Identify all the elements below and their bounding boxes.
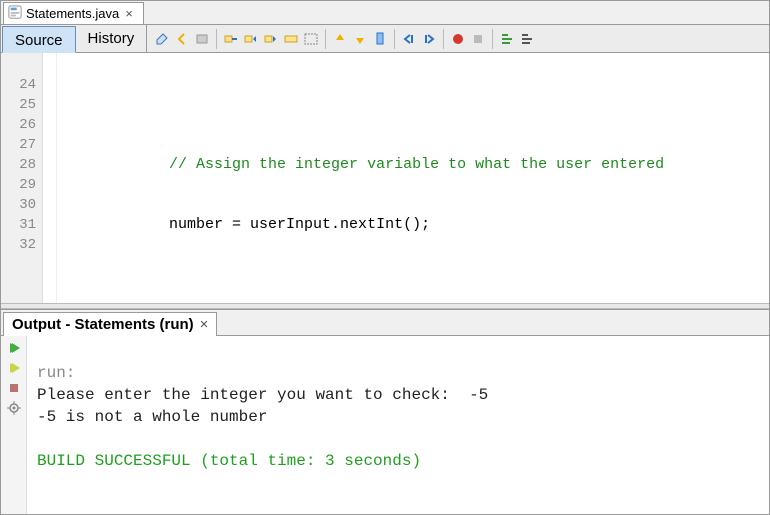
line-number: 30	[1, 195, 36, 215]
java-file-icon	[8, 5, 22, 22]
file-tab-label: Statements.java	[26, 6, 119, 21]
stop-macro-icon[interactable]	[469, 30, 487, 48]
code-editor[interactable]: 24 25 26 27 28 29 30 31 32 // Assign the…	[1, 53, 769, 303]
console-line: run:	[37, 364, 75, 382]
line-number: 25	[1, 95, 36, 115]
toolbar-icons	[147, 25, 542, 52]
line-number	[1, 55, 36, 75]
line-number: 29	[1, 175, 36, 195]
line-number: 28	[1, 155, 36, 175]
output-tab-strip: Output - Statements (run) ×	[1, 310, 769, 336]
line-number: 27	[1, 135, 36, 155]
next-bookmark-icon[interactable]	[351, 30, 369, 48]
last-edit-icon[interactable]	[153, 30, 171, 48]
view-tab-history[interactable]: History	[76, 25, 148, 52]
console-line: BUILD SUCCESSFUL (total time: 3 seconds)	[37, 452, 421, 470]
forward-icon[interactable]	[193, 30, 211, 48]
prev-bookmark-icon[interactable]	[331, 30, 349, 48]
line-number: 31	[1, 215, 36, 235]
separator	[216, 29, 217, 49]
console-line: Please enter the integer you want to che…	[37, 386, 488, 404]
fold-strip	[43, 53, 57, 303]
close-icon[interactable]: ×	[200, 316, 209, 333]
rerun-icon[interactable]	[6, 340, 22, 356]
line-number: 26	[1, 115, 36, 135]
output-panel: Output - Statements (run) × run: Please …	[1, 309, 769, 514]
code-area[interactable]: // Assign the integer variable to what t…	[57, 53, 769, 303]
settings-icon[interactable]	[6, 400, 22, 416]
find-selection-icon[interactable]	[222, 30, 240, 48]
console-line: -5 is not a whole number	[37, 408, 267, 426]
file-tab-strip: Statements.java ×	[1, 1, 769, 25]
code-line	[61, 275, 769, 295]
line-number: 32	[1, 235, 36, 255]
view-tab-source[interactable]: Source	[2, 26, 76, 53]
find-next-icon[interactable]	[262, 30, 280, 48]
separator	[325, 29, 326, 49]
line-number-gutter: 24 25 26 27 28 29 30 31 32	[1, 53, 43, 303]
console-output[interactable]: run: Please enter the integer you want t…	[27, 336, 769, 514]
code-line: // Assign the integer variable to what t…	[61, 155, 769, 175]
line-number: 24	[1, 75, 36, 95]
find-prev-icon[interactable]	[242, 30, 260, 48]
code-line: number = userInput.nextInt();	[61, 215, 769, 235]
file-tab-statements[interactable]: Statements.java ×	[3, 2, 144, 24]
editor-sub-toolbar: Source History	[1, 25, 769, 53]
rerun-alt-icon[interactable]	[6, 360, 22, 376]
shift-right-icon[interactable]	[420, 30, 438, 48]
separator	[394, 29, 395, 49]
code-line	[61, 95, 769, 115]
output-tab-label: Output - Statements (run)	[12, 316, 194, 333]
output-gutter	[1, 336, 27, 514]
output-body: run: Please enter the integer you want t…	[1, 336, 769, 514]
shift-left-icon[interactable]	[400, 30, 418, 48]
uncomment-icon[interactable]	[518, 30, 536, 48]
selection-mode-icon[interactable]	[302, 30, 320, 48]
close-icon[interactable]: ×	[123, 6, 135, 21]
toggle-bookmark-icon[interactable]	[371, 30, 389, 48]
comment-icon[interactable]	[498, 30, 516, 48]
start-macro-icon[interactable]	[449, 30, 467, 48]
stop-icon[interactable]	[6, 380, 22, 396]
separator	[443, 29, 444, 49]
separator	[492, 29, 493, 49]
back-icon[interactable]	[173, 30, 191, 48]
toggle-highlight-icon[interactable]	[282, 30, 300, 48]
output-tab[interactable]: Output - Statements (run) ×	[3, 312, 217, 336]
